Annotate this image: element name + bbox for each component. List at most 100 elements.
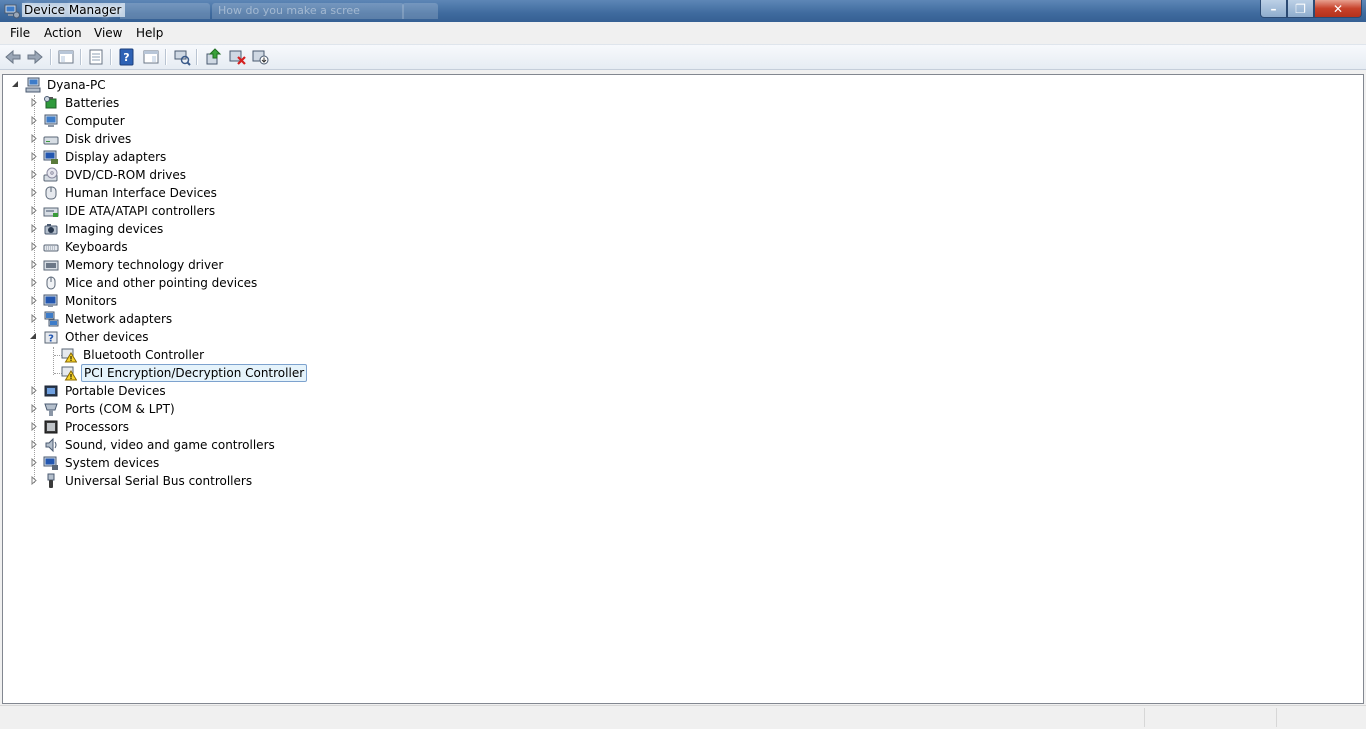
toolbar-separator [165,49,167,65]
category-label: Sound, video and game controllers [65,438,275,452]
tree-category[interactable]: Batteries [27,94,427,112]
tree-category[interactable]: System devices [27,454,427,472]
show-hide-action-pane-icon[interactable] [141,48,161,66]
tree-device[interactable]: PCI Encryption/Decryption Controller [59,364,459,382]
expand-arrow-icon[interactable] [30,278,39,287]
tree-category[interactable]: Processors [27,418,427,436]
expand-arrow-icon[interactable] [30,224,39,233]
menu-view[interactable]: View [92,26,124,40]
minimize-button[interactable]: – [1260,0,1287,18]
category-label: Human Interface Devices [65,186,217,200]
disable-icon[interactable] [250,48,270,66]
tree-category[interactable]: Memory technology driver [27,256,427,274]
category-label: Ports (COM & LPT) [65,402,175,416]
expand-arrow-icon[interactable] [30,98,39,107]
tree-category[interactable]: Ports (COM & LPT) [27,400,427,418]
tree-category[interactable]: Keyboards [27,238,427,256]
expand-arrow-icon[interactable] [30,242,39,251]
expand-arrow-icon[interactable] [30,404,39,413]
tree-category[interactable]: IDE ATA/ATAPI controllers [27,202,427,220]
system-device-icon [43,456,58,470]
menu-file[interactable]: File [8,26,32,40]
network-icon [44,311,59,327]
device-manager-window: Device Manager How do you make a scree –… [0,0,1366,729]
menu-help[interactable]: Help [134,26,165,40]
category-label: Disk drives [65,132,132,146]
tree-category[interactable]: Disk drives [27,130,427,148]
tree-category[interactable]: DVD/CD-ROM drives [27,166,427,184]
speaker-icon [45,437,57,453]
unknown-device-icon: ? [44,331,58,345]
category-label: Display adapters [65,150,167,164]
title-bar[interactable]: Device Manager How do you make a scree –… [0,0,1366,22]
device-tree[interactable]: Dyana-PC Batteries Computer Disk drives Dis… [2,74,1364,704]
window-title: Device Manager [22,3,126,17]
forward-icon[interactable] [25,48,45,66]
toolbar: ? [0,44,1366,70]
expand-arrow-icon[interactable] [30,386,39,395]
collapse-arrow-icon[interactable] [11,80,20,89]
svg-text:?: ? [48,334,54,345]
expand-arrow-icon[interactable] [30,314,39,323]
toolbar-separator [50,49,52,65]
tree-root[interactable]: Dyana-PC [9,76,209,94]
expand-arrow-icon[interactable] [30,422,39,431]
minimize-icon: – [1270,2,1277,16]
show-hide-console-tree-icon[interactable] [56,48,76,66]
back-icon[interactable] [3,48,23,66]
expand-arrow-icon[interactable] [30,134,39,143]
expand-arrow-icon[interactable] [30,260,39,269]
category-label: Network adapters [65,312,173,326]
tree-category[interactable]: Sound, video and game controllers [27,436,427,454]
background-tab: How do you make a scree [212,3,404,19]
category-label: System devices [65,456,160,470]
collapse-arrow-icon[interactable] [29,332,38,341]
expand-arrow-icon[interactable] [30,440,39,449]
category-label: Other devices [65,330,149,344]
expand-arrow-icon[interactable] [30,206,39,215]
tree-category[interactable]: ? Other devices [27,328,427,346]
category-label: Universal Serial Bus controllers [65,474,253,488]
expand-arrow-icon[interactable] [30,152,39,161]
expand-arrow-icon[interactable] [30,116,39,125]
battery-icon [44,96,57,109]
toolbar-separator [196,49,198,65]
camera-icon [44,224,58,235]
dvd-drive-icon [43,167,58,182]
ide-controller-icon [43,207,59,217]
tree-category[interactable]: Display adapters [27,148,427,166]
processor-icon [44,420,58,434]
tree-category[interactable]: Monitors [27,292,427,310]
device-label: Bluetooth Controller [83,348,205,362]
menu-action[interactable]: Action [42,26,84,40]
tree-category[interactable]: Human Interface Devices [27,184,427,202]
category-label: DVD/CD-ROM drives [65,168,187,182]
properties-icon[interactable] [86,48,106,66]
expand-arrow-icon[interactable] [30,170,39,179]
update-driver-icon[interactable] [203,48,223,66]
tree-category[interactable]: Network adapters [27,310,427,328]
close-button[interactable]: ✕ [1314,0,1362,18]
category-label: Keyboards [65,240,128,254]
status-pane-divider [1276,708,1277,727]
category-label: Monitors [65,294,117,308]
expand-arrow-icon[interactable] [30,188,39,197]
tree-category[interactable]: Universal Serial Bus controllers [27,472,427,490]
category-label: Portable Devices [65,384,166,398]
category-label: Computer [65,114,125,128]
toolbar-separator [110,49,112,65]
category-label: IDE ATA/ATAPI controllers [65,204,216,218]
expand-arrow-icon[interactable] [30,458,39,467]
tree-device[interactable]: Bluetooth Controller [59,346,459,364]
tree-category[interactable]: Imaging devices [27,220,427,238]
uninstall-icon[interactable] [227,48,247,66]
scan-hardware-changes-icon[interactable] [172,48,192,66]
help-icon[interactable]: ? [117,48,137,66]
expand-arrow-icon[interactable] [30,296,39,305]
expand-arrow-icon[interactable] [30,476,39,485]
tree-category[interactable]: Mice and other pointing devices [27,274,427,292]
background-tab [120,3,210,19]
maximize-button[interactable]: ❐ [1287,0,1314,18]
tree-category[interactable]: Computer [27,112,427,130]
tree-category[interactable]: Portable Devices [27,382,427,400]
